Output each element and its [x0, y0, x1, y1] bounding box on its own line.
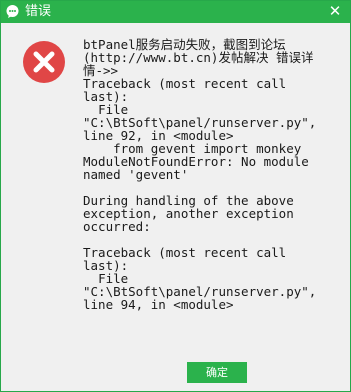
error-message-text: btPanel服务启动失败，截图到论坛 (http://www.bt.cn)发帖…: [83, 38, 317, 312]
error-dialog-window: 错误 ✕ btPanel服务启动失败，截图到论坛 (http://www.bt.…: [0, 0, 351, 392]
error-x-icon: [23, 41, 65, 83]
close-button[interactable]: ✕: [326, 2, 344, 20]
window-title: 错误: [25, 4, 52, 19]
ok-button[interactable]: 确定: [187, 362, 247, 383]
title-bar[interactable]: 错误 ✕: [1, 1, 350, 23]
chat-bubble-icon: [6, 5, 19, 18]
